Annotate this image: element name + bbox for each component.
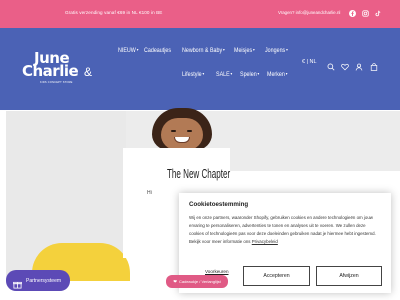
gift-wishlist-label: Cadeaukje / Verlanglijst <box>178 279 221 284</box>
search-icon[interactable] <box>327 58 336 71</box>
bag-icon[interactable] <box>370 58 379 71</box>
instagram-icon[interactable] <box>361 9 369 17</box>
nav-item-lifestyle[interactable]: Lifestyle▾ <box>182 71 204 78</box>
tiktok-icon[interactable] <box>373 9 381 17</box>
hero-title: The New Chapter <box>167 166 231 181</box>
nav-item-meisjes[interactable]: Meisjes▾ <box>234 47 255 54</box>
logo-word-charlie: Charlie <box>22 62 79 80</box>
announcement-text: Gratis verzending vanaf €69 in NL €100 i… <box>65 10 163 15</box>
reject-cookies-button[interactable]: Afwijzen <box>316 266 382 286</box>
heart-icon[interactable] <box>341 58 350 71</box>
nav-item-sale[interactable]: SALE▾ <box>216 71 232 78</box>
cookie-body: Wij en onze partners, waaronder Shopify,… <box>189 214 381 246</box>
partners-widget-button[interactable]: Partnersysteem <box>6 270 70 291</box>
gift-icon <box>13 276 22 289</box>
cookie-title: Cookietoestemming <box>189 201 249 208</box>
hero-child-eye-left <box>171 130 176 132</box>
language-currency-selector[interactable]: € | NL <box>302 59 317 65</box>
nav-item-cadeautjes[interactable]: Cadeautjes <box>144 47 171 54</box>
site-header: June Charlie & KIDS CONCEPT STORE NIEUW▾… <box>0 28 400 110</box>
hero-child-face <box>161 118 203 150</box>
hero-subtitle: Hi <box>147 190 152 196</box>
facebook-icon[interactable] <box>348 9 356 17</box>
nav-item-newborn-baby[interactable]: Newborn & Baby▾ <box>182 47 225 54</box>
cookie-preferences-link[interactable]: Voorkeuren <box>205 269 229 274</box>
announcement-bar: Gratis verzending vanaf €69 in NL €100 i… <box>0 0 400 28</box>
partners-label: Partnersysteem <box>26 278 62 284</box>
nav-item-jongens[interactable]: Jongens▾ <box>265 47 288 54</box>
heart-logo-icon: & <box>84 65 93 79</box>
logo-tagline: KIDS CONCEPT STORE <box>40 81 73 84</box>
user-icon[interactable] <box>355 58 364 71</box>
nav-item-merken[interactable]: Merken▾ <box>267 71 287 78</box>
cookie-body-text: Wij en onze partners, waaronder Shopify,… <box>189 215 376 244</box>
contact-link[interactable]: Vragen? info@juneandcharlie.nl <box>278 10 340 15</box>
gift-small-icon: ❤ <box>173 278 177 284</box>
gift-wishlist-button[interactable]: ❤ Cadeaukje / Verlanglijst <box>166 275 228 288</box>
nav-item-spelen[interactable]: Spelen▾ <box>240 71 259 78</box>
nav-item-nieuw[interactable]: NIEUW▾ <box>118 47 138 54</box>
privacy-policy-link[interactable]: Privacybeleid <box>252 239 278 244</box>
accept-cookies-button[interactable]: Accepteren <box>243 266 310 286</box>
hero-child-eye-right <box>187 130 192 132</box>
brand-logo[interactable]: June Charlie & KIDS CONCEPT STORE <box>20 51 102 91</box>
